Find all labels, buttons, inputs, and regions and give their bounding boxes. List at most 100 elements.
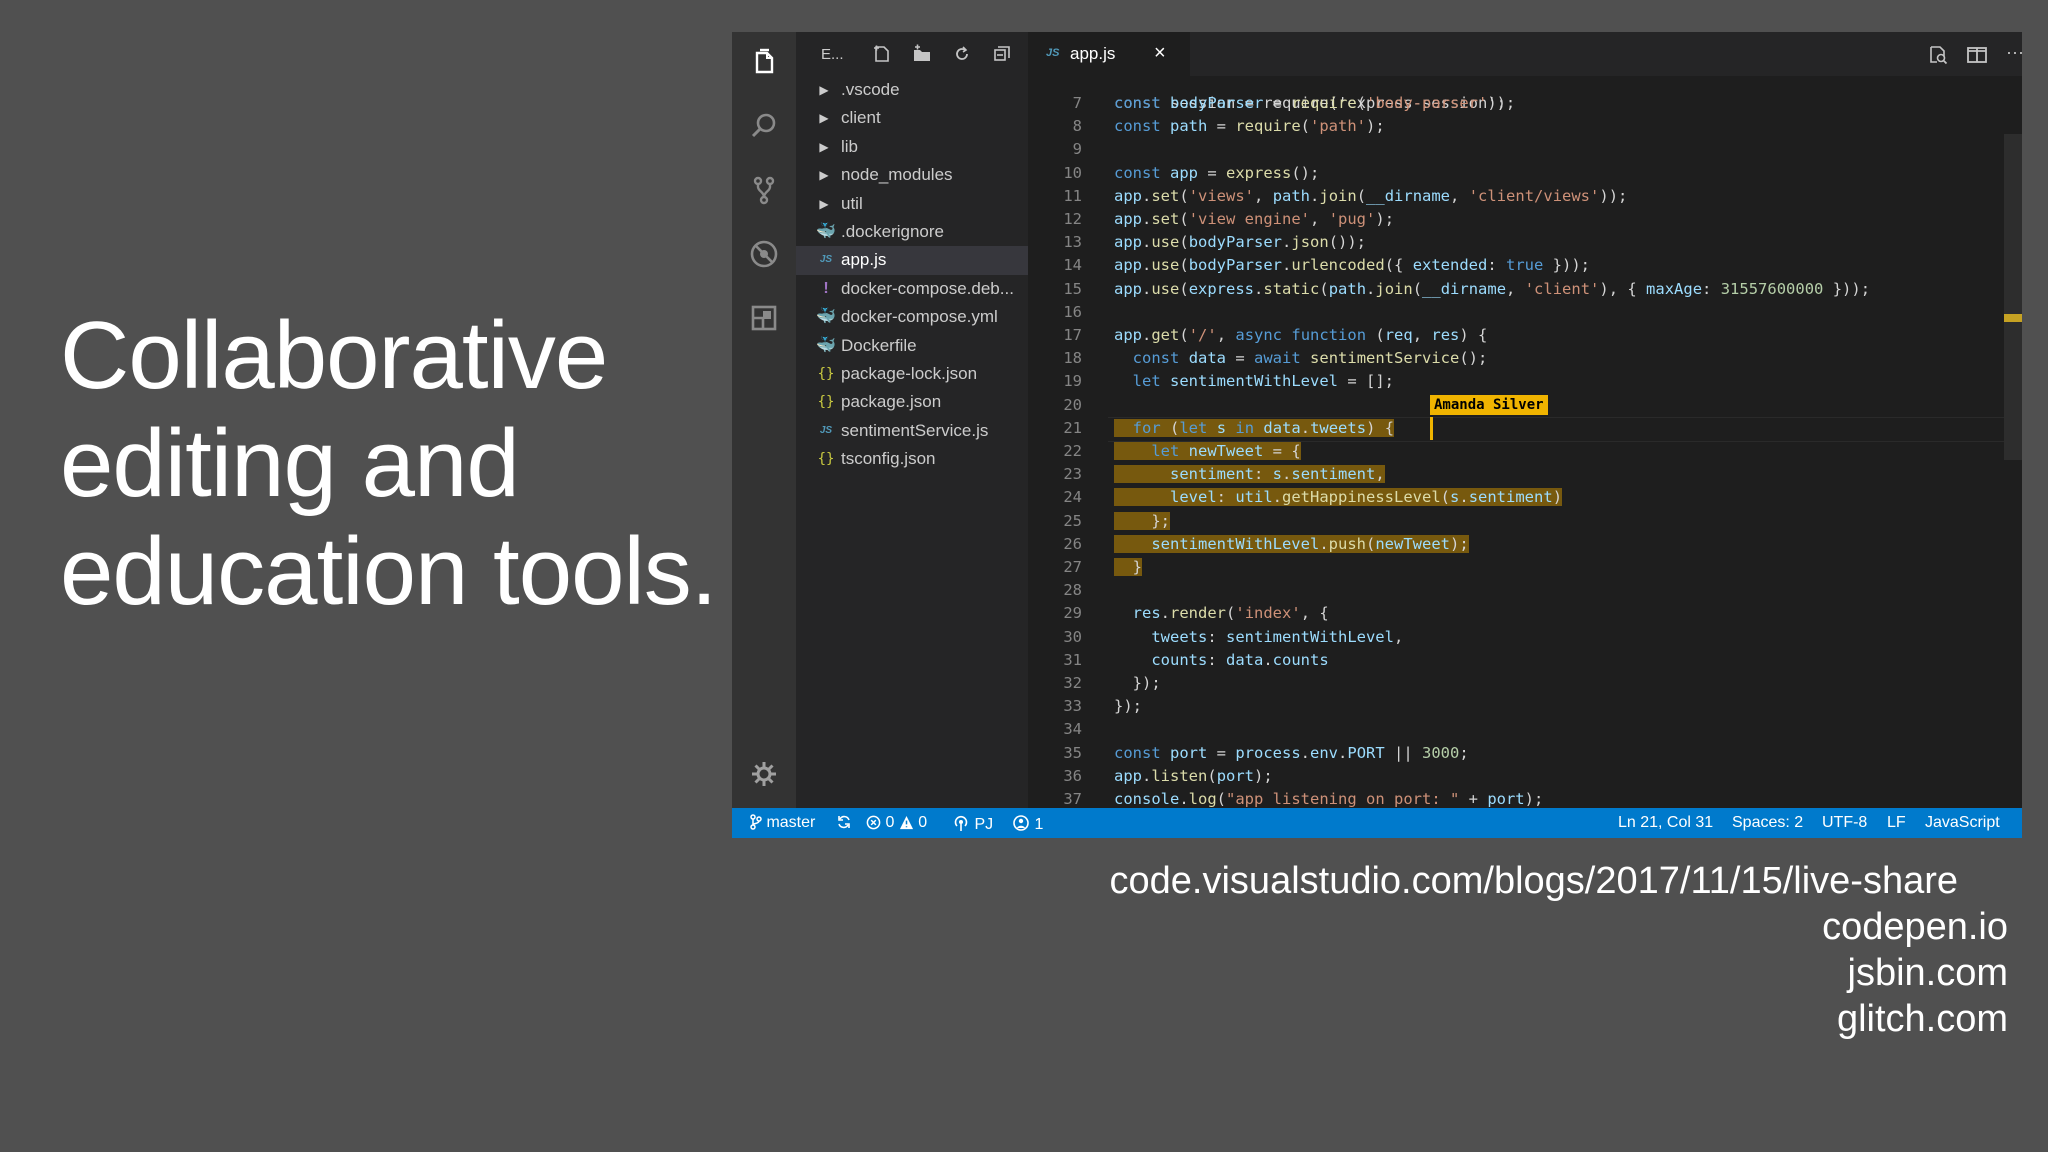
- code-line: 23 sentiment: s.sentiment,: [1028, 463, 2022, 486]
- sync-icon[interactable]: [836, 814, 852, 832]
- code-text: app.set('view engine', 'pug');: [1114, 210, 1395, 228]
- tree-item-node-modules[interactable]: ▶ node_modules: [796, 161, 1028, 189]
- tree-item-package-lock[interactable]: {} package-lock.json: [796, 360, 1028, 388]
- settings-gear-icon[interactable]: [748, 758, 780, 790]
- tree-item-lib[interactable]: ▶ lib: [796, 133, 1028, 161]
- link-live-share[interactable]: code.visualstudio.com/blogs/2017/11/15/l…: [808, 858, 1958, 904]
- tree-item-sentiment-service[interactable]: JS sentimentService.js: [796, 417, 1028, 445]
- new-folder-icon[interactable]: [912, 44, 932, 64]
- tree-item-app-js[interactable]: JS app.js: [796, 246, 1028, 275]
- code-line: 28: [1028, 579, 2022, 602]
- status-bar: master 0 0 PJ 1 Ln 21, Col 31 Spaces: 2 …: [732, 808, 2022, 838]
- code-line: 35 const port = process.env.PORT || 3000;: [1028, 742, 2022, 765]
- tree-item-label: node_modules: [841, 165, 953, 185]
- line-number: 24: [1063, 488, 1082, 507]
- tree-item-label: app.js: [841, 250, 887, 270]
- debug-icon[interactable]: [748, 238, 780, 270]
- tree-item-util[interactable]: ▶ util: [796, 190, 1028, 218]
- line-number: 18: [1063, 349, 1082, 368]
- collapse-all-icon[interactable]: [992, 44, 1012, 64]
- code-text: app.get('/', async function (req, res) {: [1114, 326, 1488, 344]
- code-line: 24 level: util.getHappinessLevel(s.senti…: [1028, 486, 2022, 509]
- files-icon[interactable]: [748, 46, 780, 78]
- refresh-icon[interactable]: [952, 44, 972, 64]
- tree-item-docker-compose-debug[interactable]: ! docker-compose.deb...: [796, 275, 1028, 303]
- error-icon: [866, 815, 881, 830]
- problems-status[interactable]: 0 0: [866, 814, 927, 832]
- cursor-position[interactable]: Ln 21, Col 31: [1618, 814, 1713, 832]
- code-line: 17 app.get('/', async function (req, res)…: [1028, 324, 2022, 347]
- code-line: 22 let newTweet = {: [1028, 440, 2022, 463]
- live-share-status[interactable]: PJ: [952, 814, 993, 834]
- participants-status[interactable]: 1: [1012, 814, 1043, 834]
- new-file-icon[interactable]: [872, 44, 892, 64]
- code-line: 34: [1028, 718, 2022, 741]
- tree-item-tsconfig[interactable]: {} tsconfig.json: [796, 445, 1028, 473]
- line-number: 29: [1063, 604, 1082, 623]
- line-number: 13: [1063, 233, 1082, 252]
- code-text: app.use(bodyParser.urlencoded({ extended…: [1114, 256, 1591, 275]
- error-count: 0: [885, 814, 895, 831]
- collaborator-cursor: [1430, 416, 1433, 440]
- line-number: 20: [1063, 395, 1082, 414]
- js-file-icon: JS: [819, 254, 833, 266]
- close-icon[interactable]: ×: [1154, 42, 1166, 65]
- code-line: 15 app.use(express.static(path.join(__dir…: [1028, 278, 2022, 301]
- vertical-scrollbar[interactable]: [2004, 76, 2022, 808]
- more-actions-icon[interactable]: ···: [2006, 42, 2022, 64]
- code-line: 14 app.use(bodyParser.urlencoded({ extend…: [1028, 254, 2022, 277]
- link-jsbin[interactable]: jsbin.com: [808, 950, 2009, 996]
- tree-item-label: docker-compose.yml: [841, 307, 998, 327]
- explorer-sidebar: E... ▶ .vscode ▶ client ▶ lib ▶ node_modules…: [796, 32, 1028, 808]
- warning-icon: [899, 815, 913, 830]
- code-text: console.log("app listening on port: " + …: [1114, 790, 1544, 808]
- tree-item-dockerfile[interactable]: 🐳 Dockerfile: [796, 332, 1028, 360]
- code-text: for (let s in data.tweets) {: [1114, 417, 1395, 440]
- code-text: let sentimentWithLevel = [];: [1132, 372, 1394, 391]
- tree-item-dockerignore[interactable]: 🐳 .dockerignore: [796, 218, 1028, 246]
- extensions-icon[interactable]: [748, 302, 780, 334]
- tree-item-vscode[interactable]: ▶ .vscode: [796, 76, 1028, 104]
- broadcast-icon: [954, 815, 968, 831]
- code-line: 29 res.render('index', {: [1028, 602, 2022, 625]
- code-line: 21 for (let s in data.tweets) {: [1028, 417, 2022, 440]
- tab-app-js[interactable]: JS app.js ×: [1028, 32, 1190, 76]
- indentation-status[interactable]: Spaces: 2: [1732, 814, 1803, 832]
- branch-name: master: [766, 814, 816, 831]
- tree-item-client[interactable]: ▶ client: [796, 104, 1028, 132]
- code-text: res.render('index', {: [1132, 604, 1329, 623]
- open-preview-icon[interactable]: [1927, 44, 1949, 66]
- line-number: 19: [1063, 372, 1082, 391]
- editor-tabs: JS app.js × ···: [1028, 32, 2022, 76]
- line-number: 10: [1063, 163, 1082, 182]
- line-number: 15: [1063, 279, 1082, 298]
- code-text: const bodyParser = require('body-parser'…: [1114, 94, 1507, 112]
- code-line: 8 const path = require('path');: [1028, 115, 2022, 138]
- tree-item-docker-compose[interactable]: 🐳 docker-compose.yml: [796, 303, 1028, 331]
- tree-item-package-json[interactable]: {} package.json: [796, 388, 1028, 416]
- chevron-right-icon: ▶: [819, 83, 829, 97]
- source-control-icon[interactable]: [748, 174, 780, 206]
- eol-status[interactable]: LF: [1887, 814, 1906, 832]
- branch-status[interactable]: master: [750, 814, 815, 832]
- encoding-status[interactable]: UTF-8: [1822, 814, 1867, 832]
- search-icon[interactable]: [748, 110, 780, 142]
- split-editor-icon[interactable]: [1966, 44, 1988, 66]
- code-text: app.listen(port);: [1114, 766, 1273, 785]
- js-file-icon: JS: [1046, 47, 1060, 59]
- language-mode[interactable]: JavaScript: [1925, 814, 2000, 832]
- json-file-icon: {}: [817, 451, 835, 468]
- link-codepen[interactable]: codepen.io: [808, 904, 2008, 950]
- line-number: 30: [1063, 627, 1082, 646]
- line-number: 7: [1072, 94, 1082, 112]
- scrollbar-thumb[interactable]: [2004, 134, 2022, 460]
- line-number: 9: [1072, 140, 1082, 159]
- tree-item-label: .vscode: [841, 80, 900, 99]
- code-editor[interactable]: const session = require('express-session…: [1028, 76, 2022, 808]
- tree-item-label: client: [841, 108, 881, 128]
- code-text: app.set('views', path.join(__dirname, 'c…: [1114, 186, 1628, 205]
- tree-item-label: docker-compose.deb...: [841, 278, 1014, 298]
- link-glitch[interactable]: glitch.com: [808, 996, 2008, 1042]
- json-file-icon: {}: [817, 394, 835, 411]
- explorer-title: E...: [821, 46, 844, 63]
